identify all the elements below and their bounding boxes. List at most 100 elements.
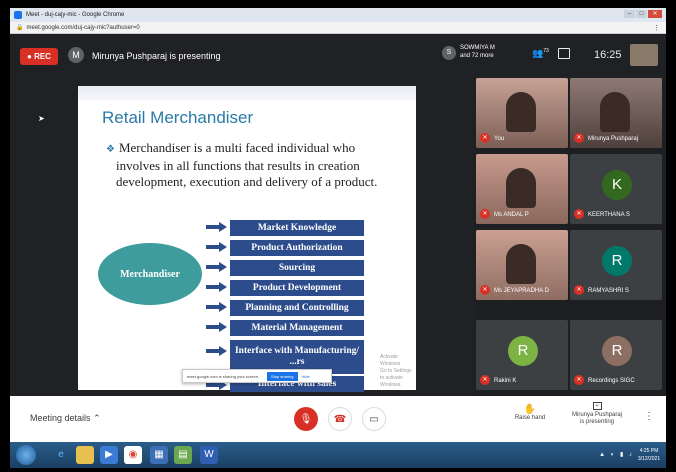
rec-label: REC: [34, 52, 51, 61]
function-box: Market Knowledge: [230, 220, 364, 236]
media-icon[interactable]: ▶: [100, 446, 118, 464]
presenter-avatar: M: [68, 47, 84, 63]
meeting-details-label: Meeting details: [30, 413, 91, 423]
meet-controls-bar: Meeting details ⌃ 🎙 ☎ ▭ ✋ Raise hand + Mir…: [10, 396, 666, 442]
mic-off-icon: ✕: [480, 209, 490, 219]
mic-off-icon: ✕: [480, 285, 490, 295]
hand-icon: ✋: [523, 404, 537, 415]
browser-menu-icon[interactable]: ⋮: [653, 24, 660, 32]
mic-off-icon: ✕: [480, 133, 490, 143]
calc-icon[interactable]: ▦: [150, 446, 168, 464]
people-icon[interactable]: 👥73: [532, 48, 549, 59]
bullet-diamond-icon: ❖: [106, 144, 115, 155]
participant-tile[interactable]: R ✕ Recordings SIGC: [570, 320, 662, 390]
mic-off-icon: ✕: [574, 285, 584, 295]
merchandiser-ellipse: Merchandiser: [98, 243, 202, 305]
window-controls: – □ ✕: [624, 10, 662, 18]
arrow-icon: [206, 346, 228, 356]
hide-button[interactable]: Hide: [302, 374, 310, 379]
arrow-icon: [206, 282, 228, 292]
taskbar-time: 4:25 PM: [639, 448, 659, 454]
meeting-details-button[interactable]: Meeting details ⌃: [30, 413, 101, 424]
present-line2: is presenting: [579, 419, 615, 425]
maximize-button[interactable]: □: [636, 10, 647, 18]
minimize-button[interactable]: –: [624, 10, 635, 18]
function-box: Planning and Controlling: [230, 300, 364, 316]
presentation-slide: Retail Merchandiser ❖ Merchandiser is a m…: [78, 86, 416, 392]
leave-call-button[interactable]: ☎: [328, 407, 352, 431]
url-text: meet.google.com/duj-cajy-mic?authuser=0: [26, 24, 140, 31]
participant-name: Mirunya Pushparaj: [588, 136, 639, 142]
chat-icon[interactable]: [558, 48, 570, 59]
participant-name: KEERTHANA S: [588, 212, 630, 218]
participant-name: RAMYASHRI S: [588, 288, 629, 294]
participant-name: Rakini K: [494, 378, 517, 384]
app-icon[interactable]: ▤: [174, 446, 192, 464]
mic-off-icon: ✕: [574, 133, 584, 143]
close-window-button[interactable]: ✕: [648, 10, 662, 18]
system-tray[interactable]: ▲ ◐ ▮ ♪: [599, 451, 634, 458]
participant-name: Ms JEYAPRADHA D: [494, 288, 549, 294]
stop-sharing-button[interactable]: Stop sharing: [267, 371, 298, 381]
mic-off-icon: ✕: [574, 209, 584, 219]
folder-icon[interactable]: [76, 446, 94, 464]
self-view-thumbnail[interactable]: [630, 44, 658, 66]
person-silhouette: [506, 168, 536, 208]
participant-tile[interactable]: ✕ Ms JEYAPRADHA D: [476, 230, 568, 300]
lock-icon: 🔒: [16, 25, 24, 31]
ie-icon[interactable]: e: [52, 446, 70, 464]
present-line1: Mirunya Pushparaj: [571, 412, 623, 418]
arrow-icon: [206, 262, 228, 272]
phone-hangup-icon: ☎: [333, 413, 347, 425]
activate-line1: Activate Windows: [380, 354, 401, 367]
mouse-cursor-icon: ➤: [38, 114, 45, 123]
participant-avatar: S: [442, 46, 456, 60]
person-silhouette: [506, 92, 536, 132]
present-icon: +: [592, 402, 602, 410]
slide-bullet: ❖ Merchandiser is a multi faced individua…: [106, 140, 396, 190]
function-box: Product Authorization: [230, 240, 364, 256]
person-silhouette: [600, 92, 630, 132]
mic-off-icon: 🎙: [299, 413, 313, 425]
slide-title: Retail Merchandiser: [102, 108, 254, 127]
participants-line2: and 72 more: [460, 53, 494, 59]
person-silhouette: [506, 244, 536, 284]
presenting-text: Mirunya Pushparaj is presenting: [92, 51, 221, 61]
start-button[interactable]: [16, 445, 36, 465]
present-now-button[interactable]: + Mirunya Pushparaj is presenting: [570, 402, 624, 426]
camera-icon: ▭: [369, 413, 379, 425]
participant-name: Recordings SIGC: [588, 378, 635, 384]
activate-line2: Go to Settings to activate Windows.: [380, 368, 412, 388]
address-bar[interactable]: 🔒 meet.google.com/duj-cajy-mic?authuser=…: [10, 22, 666, 34]
participant-avatar: R: [602, 336, 632, 366]
taskbar-clock[interactable]: 4:25 PM 3/12/2021: [636, 447, 662, 463]
word-icon[interactable]: W: [200, 446, 218, 464]
participant-name: Ms ANDAL P: [494, 212, 529, 218]
raise-hand-button[interactable]: ✋ Raise hand: [510, 404, 550, 421]
participant-tile[interactable]: R ✕ Rakini K: [476, 320, 568, 390]
meet-app-icon: [14, 11, 22, 19]
more-options-icon[interactable]: ⋮: [644, 411, 654, 422]
arrow-icon: [206, 302, 228, 312]
mic-off-icon: ✕: [574, 375, 584, 385]
recording-badge: ● REC: [20, 48, 58, 65]
chrome-icon[interactable]: ◉: [124, 446, 142, 464]
participant-tile[interactable]: ✕ Ms ANDAL P: [476, 154, 568, 224]
participant-tile[interactable]: ✕ Mirunya Pushparaj: [570, 78, 662, 148]
participant-avatar: R: [602, 246, 632, 276]
participant-tile[interactable]: K ✕ KEERTHANA S: [570, 154, 662, 224]
arrow-icon: [206, 242, 228, 252]
meeting-time: 16:25: [594, 49, 622, 61]
mic-toggle-button[interactable]: 🎙: [294, 407, 318, 431]
meet-top-bar: ● REC M Mirunya Pushparaj is presenting …: [10, 34, 666, 84]
taskbar-date: 3/12/2021: [637, 456, 661, 462]
participant-name: You: [494, 136, 505, 142]
arrow-icon: [206, 222, 228, 232]
participant-tile[interactable]: ✕ You: [476, 78, 568, 148]
screen-share-notice: meet.google.com is sharing your screen. …: [182, 369, 332, 383]
participants-summary[interactable]: SOWMIYA M and 72 more: [460, 44, 520, 60]
camera-toggle-button[interactable]: ▭: [362, 407, 386, 431]
screen: Meet - duj-cajy-mic - Google Chrome – □ …: [10, 8, 666, 468]
windows-taskbar: e ▶ ◉ ▦ ▤ W ▲ ◐ ▮ ♪ 4:25 PM 3/12/2021: [10, 442, 666, 468]
participant-tile[interactable]: R ✕ RAMYASHRI S: [570, 230, 662, 300]
